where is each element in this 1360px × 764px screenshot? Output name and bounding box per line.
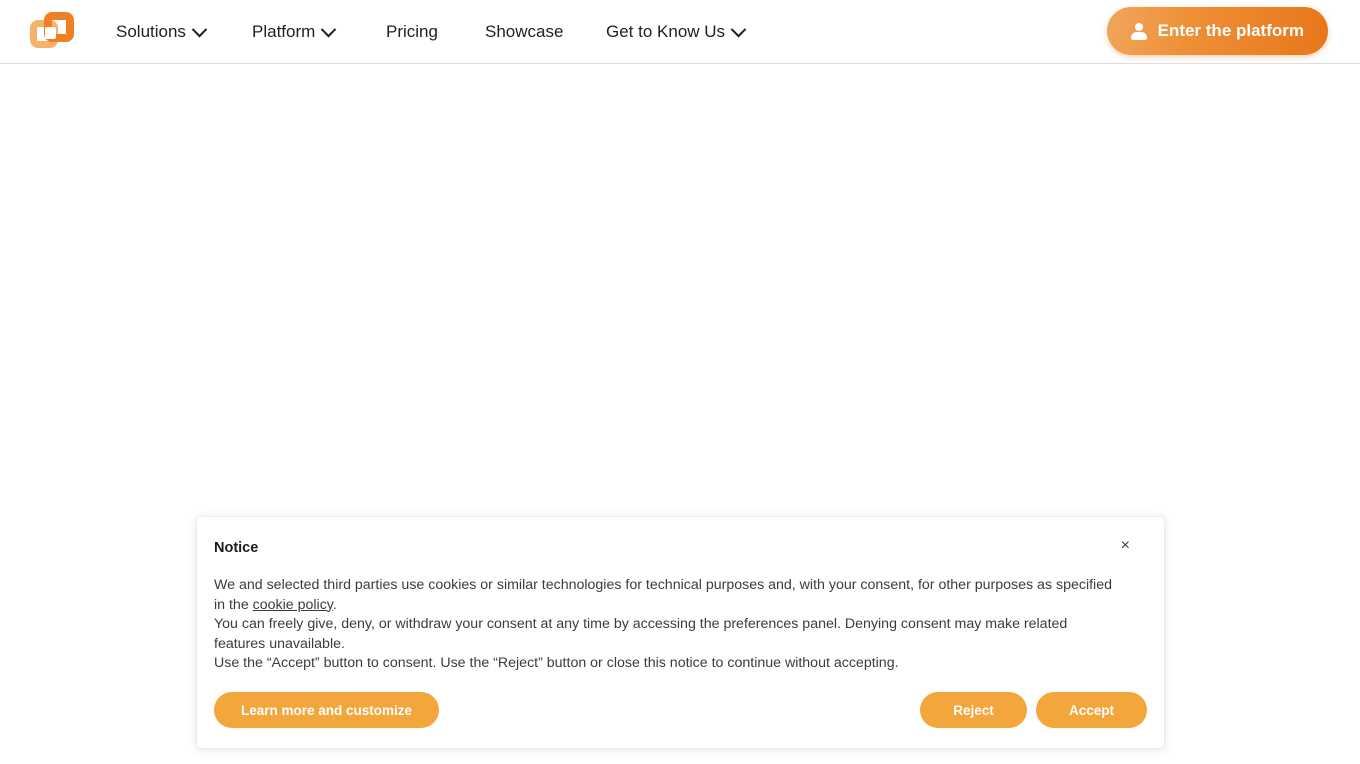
nav-item-solutions[interactable]: Solutions [116, 21, 208, 42]
chevron-down-icon [730, 21, 747, 37]
nav-item-pricing-label: Pricing [386, 22, 438, 41]
nav-item-get-to-know-us[interactable]: Get to Know Us [606, 21, 747, 42]
chevron-down-icon [321, 21, 337, 37]
notice-header: Notice × [214, 538, 1132, 557]
notice-paragraph-1-text-after: . [332, 596, 337, 613]
reject-button[interactable]: Reject [920, 692, 1027, 728]
user-icon [1131, 22, 1148, 40]
company-logo[interactable] [30, 9, 76, 55]
enter-the-platform-label: Enter the platform [1157, 21, 1304, 40]
nav-item-solutions-label: Solutions [116, 22, 186, 41]
notice-title: Notice [214, 540, 259, 556]
cookie-consent-notice: Notice × We and selected third parties u… [197, 517, 1164, 748]
notice-paragraph-3: Use the “Accept” button to consent. Use … [214, 655, 899, 671]
notice-paragraph-1-text-before: We and selected third parties use cookie… [214, 577, 1112, 613]
nav-item-platform-label: Platform [252, 22, 316, 41]
close-icon[interactable]: × [1119, 538, 1132, 554]
notice-body: We and selected third parties use cookie… [214, 576, 1114, 674]
chevron-down-icon [191, 21, 208, 37]
notice-paragraph-1: We and selected third parties use cookie… [214, 576, 1114, 615]
learn-more-and-customize-button[interactable]: Learn more and customize [214, 692, 440, 728]
cookie-policy-link[interactable]: cookie policy [253, 597, 333, 613]
logo-overlap-notch [45, 27, 56, 39]
notice-actions: Learn more and customize Reject Accept [197, 692, 1164, 728]
nav-item-pricing[interactable]: Pricing [386, 22, 438, 42]
accept-button[interactable]: Accept [1036, 692, 1147, 728]
nav-item-platform[interactable]: Platform [252, 21, 337, 42]
enter-the-platform-button[interactable]: Enter the platform [1106, 7, 1328, 55]
nav-item-get-to-know-us-label: Get to Know Us [606, 22, 726, 41]
site-header: Solutions Platform Pricing Showcase Get … [0, 0, 1360, 64]
nav-item-showcase[interactable]: Showcase [485, 22, 563, 42]
nav-item-showcase-label: Showcase [485, 22, 564, 41]
notice-paragraph-2: You can freely give, deny, or withdraw y… [214, 616, 1068, 652]
